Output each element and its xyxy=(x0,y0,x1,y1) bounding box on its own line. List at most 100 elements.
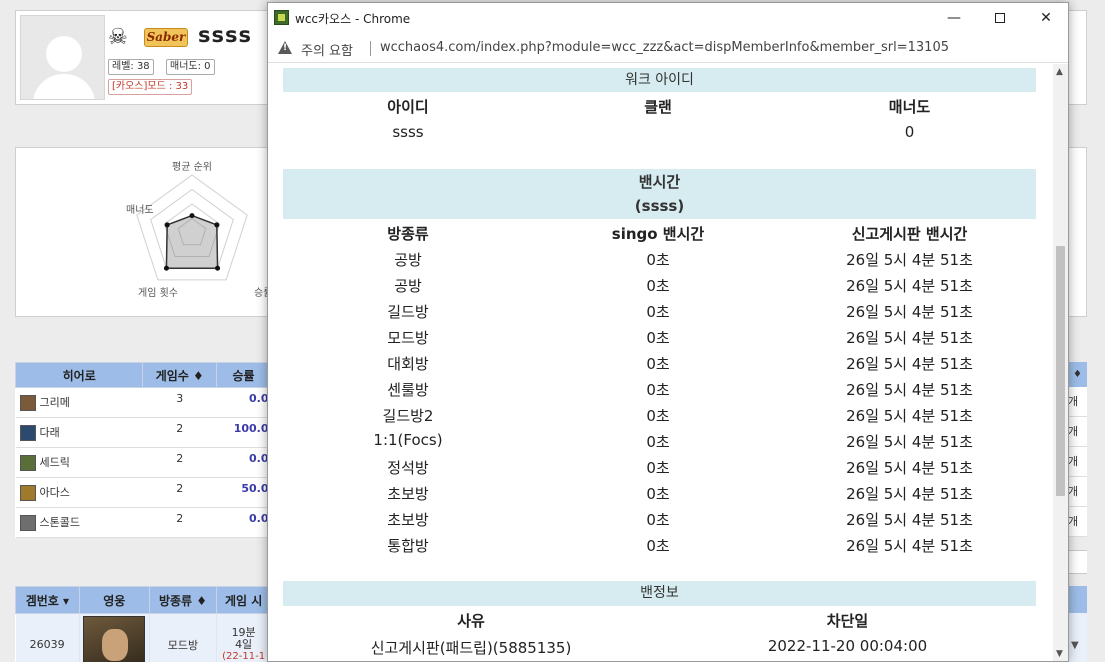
column-header-room-type: 방종류 xyxy=(387,225,429,243)
warning-icon xyxy=(278,41,292,54)
hero-games: 2 xyxy=(142,447,217,478)
ban-date: 2022-11-20 00:04:00 xyxy=(767,637,928,655)
avatar xyxy=(20,15,105,100)
board-ban-time: 26일 5시 4분 51초 xyxy=(846,485,973,503)
column-header-game-no[interactable]: 겜번호 ▾ xyxy=(15,586,80,614)
close-icon: ✕ xyxy=(1040,10,1052,26)
table-row[interactable]: 아다스 2 50.0 xyxy=(15,477,271,508)
hero-name[interactable]: 그리메 xyxy=(40,396,70,409)
radar-point xyxy=(189,213,195,219)
table-cell: 개 xyxy=(1068,387,1087,417)
table-cell: 개 xyxy=(1068,477,1087,507)
hero-winrate: 0.0 xyxy=(216,387,271,418)
singo-ban-time: 0초 xyxy=(646,303,670,321)
singo-ban-time: 0초 xyxy=(646,511,670,529)
scroll-down-icon[interactable]: ▼ xyxy=(1056,649,1063,659)
column-header-block-date: 차단일 xyxy=(826,612,869,630)
ban-time-row: 센룰방 0초 26일 5시 4분 51초 xyxy=(283,376,1036,402)
ban-time-row: 길드방2 0초 26일 5시 4분 51초 xyxy=(283,402,1036,428)
game-table-right-cell xyxy=(1068,613,1087,662)
room-type: 모드방 xyxy=(149,613,218,662)
ban-time-row: 초보방 0초 26일 5시 4분 51초 xyxy=(283,506,1036,532)
singo-ban-time: 0초 xyxy=(646,485,670,503)
hero-portrait[interactable] xyxy=(83,615,146,662)
table-row[interactable]: 그리메 3 0.0 xyxy=(15,387,271,418)
hero-name[interactable]: 아다스 xyxy=(40,486,70,499)
board-ban-time: 26일 5시 4분 51초 xyxy=(846,511,973,529)
hero-games: 2 xyxy=(142,507,217,538)
column-header-clan: 클랜 xyxy=(644,98,672,116)
hero-name[interactable]: 스톤콜드 xyxy=(40,516,80,529)
radar-point xyxy=(163,265,169,271)
room-type: 모드방 xyxy=(387,329,429,347)
scroll-up-icon[interactable]: ▲ xyxy=(1056,67,1063,77)
radar-shape xyxy=(165,214,219,269)
war-id-value-row: ssss 0 xyxy=(283,120,1036,146)
room-type: 통합방 xyxy=(387,537,429,555)
hero-icon xyxy=(19,485,36,501)
board-ban-time: 26일 5시 4분 51초 xyxy=(846,459,973,477)
search-box[interactable] xyxy=(1068,550,1087,574)
hero-table-right-column: ♦ 개 개 개 개 개 xyxy=(1068,362,1087,537)
column-header-room-type[interactable]: 방종류 ♦ xyxy=(148,586,218,614)
popup-window: wcc카오스 - Chrome — ✕ 주의 요함 wcchaos4.com/i… xyxy=(267,2,1069,662)
singo-ban-time: 0초 xyxy=(646,381,670,399)
table-row[interactable]: 세드릭 2 0.0 xyxy=(15,447,271,478)
hero-name[interactable]: 세드릭 xyxy=(40,456,70,469)
room-type: 센룰방 xyxy=(387,381,429,399)
room-type: 초보방 xyxy=(387,485,429,503)
hero-icon xyxy=(19,515,36,531)
hero-icon xyxy=(19,425,36,441)
hero-winrate: 50.0 xyxy=(216,477,271,508)
column-header-games[interactable]: 게임수 ♦ xyxy=(142,362,218,388)
ban-time-row: 길드방 0초 26일 5시 4분 51초 xyxy=(283,298,1036,324)
table-cell: 개 xyxy=(1068,447,1087,477)
column-header-id: 아이디 xyxy=(387,98,429,116)
board-ban-time: 26일 5시 4분 51초 xyxy=(846,329,973,347)
room-type: 정석방 xyxy=(387,459,429,477)
column-header-hero[interactable]: 히어로 xyxy=(14,362,144,388)
ban-time-row: 통합방 0초 26일 5시 4분 51초 xyxy=(283,532,1036,558)
war-id-header-row: 아이디 클랜 매너도 xyxy=(283,93,1036,119)
game-table-right-header xyxy=(1068,586,1087,613)
game-time: 19분 4일 (22-11-1 xyxy=(216,613,271,662)
hero-name[interactable]: 다래 xyxy=(40,426,60,439)
profile-username: ssss xyxy=(198,23,252,47)
board-ban-time: 26일 5시 4분 51초 xyxy=(846,303,973,321)
ban-reason: 신고게시판(패드립)(5885135) xyxy=(370,639,572,657)
close-button[interactable]: ✕ xyxy=(1023,3,1068,33)
table-row[interactable]: 스톤콜드 2 0.0 xyxy=(15,507,271,538)
vertical-scrollbar[interactable]: ▲ ▼ xyxy=(1053,64,1068,661)
hero-icon xyxy=(19,455,36,471)
scrollbar-thumb[interactable] xyxy=(1056,246,1065,496)
address-bar[interactable]: 주의 요함 wcchaos4.com/index.php?module=wcc_… xyxy=(268,33,1068,63)
column-header-winrate[interactable]: 승률 xyxy=(216,362,271,388)
address-separator xyxy=(370,41,371,56)
hero-games: 2 xyxy=(142,417,217,448)
security-warning-label[interactable]: 주의 요함 xyxy=(301,40,353,59)
scroll-down-icon[interactable]: ▼ xyxy=(1071,640,1079,651)
hero-winrate: 0.0 xyxy=(216,447,271,478)
maximize-button[interactable] xyxy=(977,3,1023,33)
radar-chart: 평균 순위 매너도 게임 횟수 승률 xyxy=(126,160,272,299)
class-badge: Saber xyxy=(144,28,188,47)
ban-time-header-row: 방종류 singo 밴시간 신고게시판 밴시간 xyxy=(283,220,1036,246)
table-row[interactable]: 다래 2 100.0 xyxy=(15,417,271,448)
section-title-ban-info: 밴정보 xyxy=(283,581,1036,606)
section-title-ban-time: 밴시간 (ssss) xyxy=(283,169,1036,219)
ban-time-row: 공방 0초 26일 5시 4분 51초 xyxy=(283,246,1036,272)
sort-icon[interactable]: ♦ xyxy=(1068,362,1087,387)
room-type: 대회방 xyxy=(387,355,429,373)
skull-icon: ☠ xyxy=(108,25,128,50)
board-ban-time: 26일 5시 4분 51초 xyxy=(846,537,973,555)
url-text[interactable]: wcchaos4.com/index.php?module=wcc_zzz&ac… xyxy=(380,40,949,55)
room-type: 길드방 xyxy=(387,303,429,321)
war-id-value: ssss xyxy=(392,123,424,141)
window-titlebar[interactable]: wcc카오스 - Chrome — ✕ xyxy=(268,3,1068,33)
table-row[interactable]: 26039 모드방 19분 4일 (22-11-1 xyxy=(15,613,271,662)
room-type: 1:1(Focs) xyxy=(373,431,443,449)
minimize-button[interactable]: — xyxy=(931,3,977,33)
table-cell: 개 xyxy=(1068,417,1087,447)
singo-ban-time: 0초 xyxy=(646,329,670,347)
hero-winrate: 100.0 xyxy=(216,417,271,448)
